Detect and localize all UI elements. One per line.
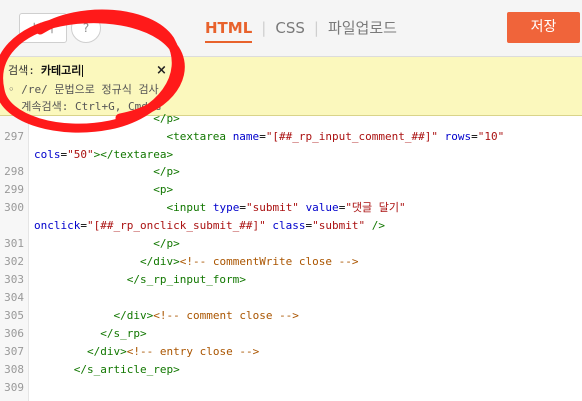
code-line: cols="50"></textarea> xyxy=(34,148,174,161)
help-button[interactable]: ? xyxy=(71,13,101,43)
search-input[interactable]: 카테고리 xyxy=(41,63,81,79)
line-number: 308 xyxy=(4,363,24,376)
tab-css[interactable]: CSS xyxy=(275,19,305,41)
line-number: 302 xyxy=(4,255,24,268)
view-button[interactable]: 보기 xyxy=(19,13,67,43)
line-number-gutter: 297 298 299 300 301 302 303 304 305 306 … xyxy=(0,116,29,401)
line-number: 299 xyxy=(4,183,24,196)
line-number: 303 xyxy=(4,273,24,286)
search-label: 검색: xyxy=(8,64,35,77)
search-hint-regex: ◦ /re/ 문법으로 정규식 검사 xyxy=(8,83,159,96)
line-number: 306 xyxy=(4,327,24,340)
text-caret xyxy=(82,65,84,77)
search-row: 검색: 카테고리 xyxy=(8,63,84,79)
line-number: 297 xyxy=(4,130,24,143)
top-toolbar: 보기 ? HTML | CSS | 파일업로드 저장 xyxy=(0,0,582,57)
editor-tabs: HTML | CSS | 파일업로드 xyxy=(205,17,397,43)
line-number: 305 xyxy=(4,309,24,322)
code-line: </p> xyxy=(153,112,180,125)
code-line: </p> xyxy=(153,237,180,250)
code-line: </s_article_rep> xyxy=(73,363,180,376)
code-line: <textarea name="[##_rp_input_comment_##]… xyxy=(166,130,505,143)
close-search-icon[interactable]: × xyxy=(156,63,167,78)
line-number: 298 xyxy=(4,165,24,178)
tab-divider: | xyxy=(261,19,267,37)
line-number: 300 xyxy=(4,201,24,214)
code-line: </s_rp_input_form> xyxy=(126,273,246,286)
code-line: <input type="submit" value="댓글 달기" xyxy=(166,201,406,214)
code-line: </s_rp> xyxy=(100,327,147,340)
line-number: 307 xyxy=(4,345,24,358)
code-line: </p> xyxy=(153,165,180,178)
code-line: onclick="[##_rp_onclick_submit_##]" clas… xyxy=(34,219,386,232)
search-panel: 검색: 카테고리 × ◦ /re/ 문법으로 정규식 검사 ◦ 계속검색: Ctr… xyxy=(0,57,582,116)
code-line: </div><!-- commentWrite close --> xyxy=(139,255,359,268)
code-line: <p> xyxy=(153,183,174,196)
editor-window: 보기 ? HTML | CSS | 파일업로드 저장 검색: 카테고리 × ◦ /re/ … xyxy=(0,0,582,401)
tab-divider: | xyxy=(313,19,319,37)
tab-html[interactable]: HTML xyxy=(205,19,253,43)
line-number: 304 xyxy=(4,291,24,304)
code-line: </div><!-- comment close --> xyxy=(113,309,299,322)
code-line: </div><!-- entry close --> xyxy=(86,345,260,358)
line-number: 301 xyxy=(4,237,24,250)
code-editor[interactable]: 297 298 299 300 301 302 303 304 305 306 … xyxy=(0,112,582,401)
tab-file-upload[interactable]: 파일업로드 xyxy=(328,17,397,42)
save-button[interactable]: 저장 xyxy=(507,12,580,43)
line-number: 309 xyxy=(4,381,24,394)
